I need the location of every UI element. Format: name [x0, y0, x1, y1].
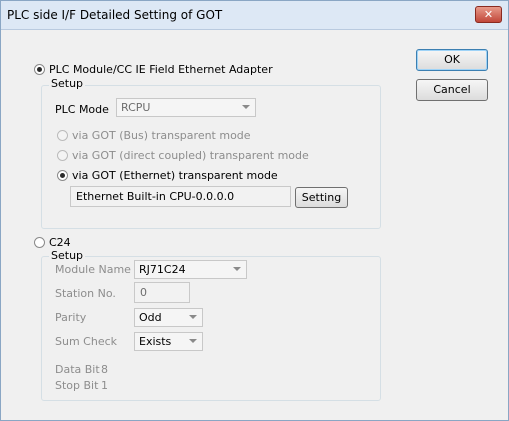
parity-label: Parity — [55, 311, 87, 324]
data-bit-label: Data Bit — [55, 363, 100, 376]
via-got-direct-label[interactable]: via GOT (direct coupled) transparent mod… — [72, 149, 309, 162]
setting-button[interactable]: Setting — [295, 187, 348, 208]
c24-setup-label: Setup — [49, 249, 86, 262]
chevron-down-icon — [233, 267, 241, 271]
dialog-window: PLC side I/F Detailed Setting of GOT ✕ O… — [0, 0, 509, 421]
station-no-label: Station No. — [55, 287, 116, 300]
c24-radio-label[interactable]: C24 — [49, 236, 71, 249]
module-name-select[interactable]: RJ71C24 — [134, 260, 247, 279]
plc-module-radio[interactable] — [34, 64, 45, 75]
plc-module-setup-label: Setup — [49, 77, 86, 90]
sum-check-select[interactable]: Exists — [134, 332, 203, 351]
via-got-bus-radio[interactable] — [57, 130, 68, 141]
stop-bit-label: Stop Bit — [55, 379, 99, 392]
close-button[interactable]: ✕ — [475, 6, 502, 23]
c24-radio[interactable] — [34, 237, 45, 248]
close-icon: ✕ — [483, 8, 494, 21]
plc-module-radio-label[interactable]: PLC Module/CC IE Field Ethernet Adapter — [49, 63, 273, 76]
chevron-down-icon — [242, 105, 250, 109]
stop-bit-value: 1 — [101, 379, 108, 392]
module-name-label: Module Name — [55, 263, 131, 276]
parity-value: Odd — [139, 311, 162, 324]
station-no-field[interactable]: 0 — [134, 282, 190, 303]
station-no-value: 0 — [140, 286, 147, 299]
sum-check-label: Sum Check — [55, 335, 118, 348]
plc-mode-value: RCPU — [121, 101, 151, 114]
ok-button[interactable]: OK — [416, 49, 488, 71]
cancel-button-label: Cancel — [433, 83, 471, 96]
setting-button-label: Setting — [301, 191, 342, 204]
ok-button-label: OK — [444, 53, 460, 66]
via-got-bus-label[interactable]: via GOT (Bus) transparent mode — [72, 129, 251, 142]
sum-check-value: Exists — [139, 335, 172, 348]
via-got-ethernet-radio[interactable] — [57, 170, 68, 181]
chevron-down-icon — [189, 339, 197, 343]
chevron-down-icon — [189, 315, 197, 319]
ethernet-target-field[interactable]: Ethernet Built-in CPU-0.0.0.0 — [70, 186, 291, 207]
module-name-value: RJ71C24 — [139, 263, 186, 276]
ethernet-target-value: Ethernet Built-in CPU-0.0.0.0 — [76, 190, 235, 203]
dialog-body: OK Cancel PLC Module/CC IE Field Etherne… — [9, 33, 500, 413]
window-title: PLC side I/F Detailed Setting of GOT — [7, 8, 223, 22]
plc-mode-select[interactable]: RCPU — [116, 98, 256, 117]
data-bit-value: 8 — [101, 363, 108, 376]
title-bar[interactable]: PLC side I/F Detailed Setting of GOT ✕ — [1, 1, 508, 30]
via-got-ethernet-label[interactable]: via GOT (Ethernet) transparent mode — [72, 169, 278, 182]
parity-select[interactable]: Odd — [134, 308, 203, 327]
via-got-direct-radio[interactable] — [57, 150, 68, 161]
plc-mode-label: PLC Mode — [55, 103, 109, 116]
cancel-button[interactable]: Cancel — [416, 79, 488, 101]
